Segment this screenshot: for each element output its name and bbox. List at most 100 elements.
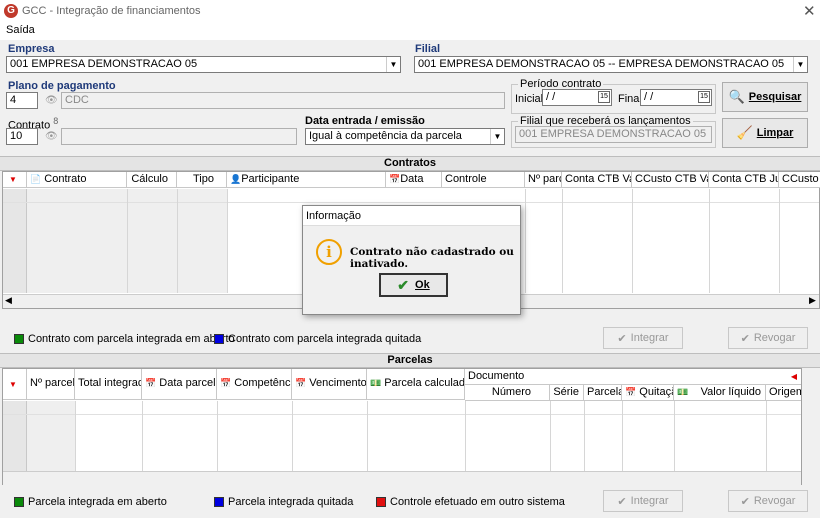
calendar-icon: 📅 <box>389 174 401 184</box>
final-label: Final <box>618 93 642 105</box>
scroll-left-icon[interactable]: ◀ <box>5 295 12 306</box>
col-quitacao[interactable]: 📅 Quitação <box>622 385 674 401</box>
contrato-code-input[interactable]: 10 <box>6 128 38 145</box>
check-icon: ✔ <box>397 276 410 293</box>
legend-parcela-quitada: Parcela integrada quitada <box>214 496 353 508</box>
contratos-integrar-button[interactable]: ✔ Integrar <box>603 327 683 349</box>
ok-label: Ok <box>415 279 430 291</box>
pesquisar-button[interactable]: 🔍 Pesquisar <box>722 82 808 112</box>
col-competencia[interactable]: 📅 Competência <box>217 369 292 400</box>
check-icon: ✔ <box>617 495 627 508</box>
calendar-icon: 📅 <box>220 378 232 388</box>
row-divider <box>3 202 819 203</box>
money-icon: 💵 <box>677 387 689 397</box>
person-icon: 👤 <box>230 174 242 184</box>
menu-bar: Saída <box>0 22 820 40</box>
horizontal-scrollbar[interactable] <box>3 471 801 485</box>
col-ccusto-ctb-juros[interactable]: CCusto CT <box>779 172 820 188</box>
window-title: GCC - Integração de financiamentos <box>22 5 201 17</box>
col-nparc[interactable]: Nº parc <box>525 172 562 188</box>
empresa-label: Empresa <box>8 43 55 55</box>
calendar-icon: 📅 <box>145 378 157 388</box>
limpar-label: Limpar <box>756 127 794 139</box>
col-participante[interactable]: 👤Participante <box>227 172 386 188</box>
col-valor-liquido[interactable]: 💵 Valor líquido <box>674 385 766 401</box>
parcelas-header: Parcelas <box>0 353 820 368</box>
pesquisar-label: Pesquisar <box>748 91 802 103</box>
legend-parcela-aberto: Parcela integrada em aberto <box>14 496 167 508</box>
calendar-icon[interactable]: 15 <box>698 91 710 103</box>
info-icon: i <box>316 239 342 265</box>
col-calculo[interactable]: Cálculo <box>127 172 177 188</box>
filial-value: 001 EMPRESA DEMONSTRACAO 05 -- EMPRESA D… <box>418 58 785 70</box>
calendar-icon: 📅 <box>295 378 307 388</box>
close-icon[interactable]: ✕ <box>803 2 816 20</box>
binoculars-icon[interactable]: 👁 <box>45 131 58 142</box>
fixed-columns-area <box>27 401 75 471</box>
col-ccusto-ctb-valor[interactable]: CCusto CTB Valor <box>632 172 709 188</box>
inicial-label: Inicial <box>515 93 544 105</box>
chevron-down-icon[interactable]: ▼ <box>386 57 400 72</box>
red-swatch <box>376 497 386 507</box>
menu-item-saida[interactable]: Saída <box>6 24 35 36</box>
col-serie[interactable]: Série <box>550 385 584 401</box>
col-nparcela[interactable]: Nº parcela <box>27 369 75 400</box>
col-controle[interactable]: Controle <box>442 172 525 188</box>
col-contrato[interactable]: 📄 Contrato <box>27 172 127 188</box>
plano-code-input[interactable]: 4 <box>6 92 38 109</box>
collapse-icon[interactable]: ◀ <box>791 369 797 384</box>
calendar-icon[interactable]: 15 <box>598 91 610 103</box>
title-bar: G GCC - Integração de financiamentos ✕ <box>0 0 820 22</box>
scroll-right-icon[interactable]: ▶ <box>809 295 816 306</box>
col-conta-ctb-juros[interactable]: Conta CTB Juros <box>709 172 779 188</box>
col-numero[interactable]: Número <box>465 385 550 401</box>
data-entrada-select[interactable]: Igual à competência da parcela ▼ <box>305 128 505 145</box>
parcelas-grid[interactable]: ▼ Nº parcela Total integradas 📅 Data par… <box>2 368 802 485</box>
check-icon: ✔ <box>740 495 750 508</box>
legend-contrato-quitada: Contrato com parcela integrada quitada <box>214 333 421 345</box>
ok-button[interactable]: ✔ Ok <box>379 273 448 297</box>
col-parcela-calculada[interactable]: 💵 Parcela calculada <box>367 369 465 400</box>
col-origem[interactable]: Origem <box>766 385 801 401</box>
row-indicator-column <box>3 401 27 471</box>
parcelas-revogar-button[interactable]: ✔ Revogar <box>728 490 808 512</box>
blue-swatch <box>214 334 224 344</box>
col-group-documento: Documento ◀ <box>465 369 801 385</box>
contratos-revogar-button[interactable]: ✔ Revogar <box>728 327 808 349</box>
binoculars-icon[interactable]: 👁 <box>45 95 58 106</box>
app-logo-icon: G <box>4 4 18 18</box>
chevron-down-icon[interactable]: ▼ <box>793 57 807 72</box>
parcelas-integrar-button[interactable]: ✔ Integrar <box>603 490 683 512</box>
blue-swatch <box>214 497 224 507</box>
money-icon: 💵 <box>370 378 382 388</box>
col-data-parcela[interactable]: 📅 Data parcela <box>142 369 217 400</box>
chevron-down-icon[interactable]: ▼ <box>490 129 504 144</box>
filial-select[interactable]: 001 EMPRESA DEMONSTRACAO 05 -- EMPRESA D… <box>414 56 808 73</box>
green-swatch <box>14 497 24 507</box>
sort-indicator-icon: ▼ <box>3 172 27 188</box>
check-icon: ✔ <box>740 332 750 345</box>
row-indicator-column <box>3 189 27 293</box>
legend-controle-outro: Controle efetuado em outro sistema <box>376 496 565 508</box>
limpar-button[interactable]: 🧹 Limpar <box>722 118 808 148</box>
data-entrada-value: Igual à competência da parcela <box>309 130 462 142</box>
plano-label: Plano de pagamento <box>8 80 116 92</box>
check-icon: ✔ <box>617 332 627 345</box>
filial-receb-field: 001 EMPRESA DEMONSTRACAO 05 <box>515 126 712 143</box>
col-tipo[interactable]: Tipo <box>177 172 227 188</box>
dialog-message: Contrato não cadastrado ou inativado. <box>350 246 514 270</box>
empresa-value: 001 EMPRESA DEMONSTRACAO 05 <box>10 58 198 70</box>
col-data[interactable]: 📅Data <box>386 172 442 188</box>
col-parcela[interactable]: Parcela <box>584 385 622 401</box>
plano-desc-field: CDC <box>61 92 505 109</box>
col-total-integradas[interactable]: Total integradas <box>75 369 142 400</box>
info-dialog: Informação i Contrato não cadastrado ou … <box>302 205 521 315</box>
sort-indicator-icon: ▼ <box>3 369 27 400</box>
calendar-icon: 📅 <box>625 387 637 397</box>
green-swatch <box>14 334 24 344</box>
col-vencimento[interactable]: 📅 Vencimento <box>292 369 367 400</box>
empresa-select[interactable]: 001 EMPRESA DEMONSTRACAO 05 ▼ <box>6 56 401 73</box>
legend-contrato-aberto: Contrato com parcela integrada em aberto <box>14 333 235 345</box>
data-entrada-label: Data entrada / emissão <box>305 115 425 127</box>
col-conta-ctb-valor[interactable]: Conta CTB Valor <box>562 172 632 188</box>
